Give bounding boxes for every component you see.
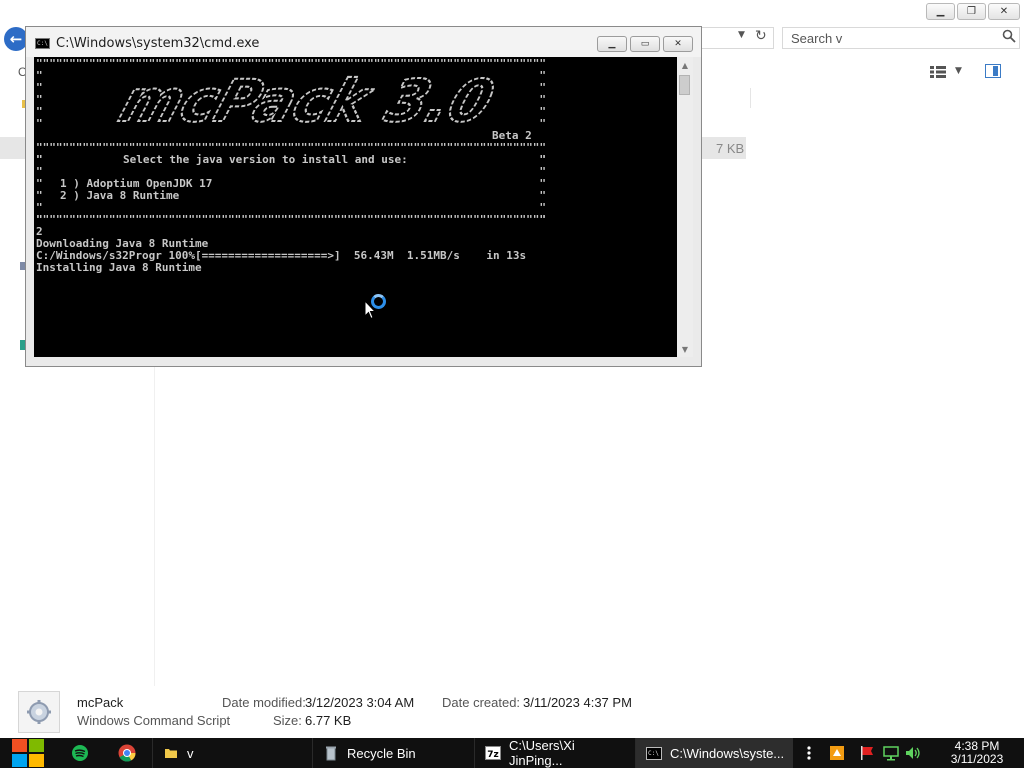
recycle-bin-icon	[323, 745, 339, 761]
details-size-value: 6.77 KB	[305, 713, 352, 728]
script-file-icon	[18, 691, 60, 733]
cmd-icon: C:\	[35, 38, 50, 49]
restore-button[interactable]: ❐	[957, 3, 986, 20]
svg-text:C:\: C:\	[648, 750, 659, 757]
taskbar-item-7zip[interactable]: 7z C:\Users\Xi JinPing...	[474, 738, 631, 768]
start-button[interactable]	[10, 738, 46, 768]
minimize-button[interactable]: ▁	[926, 3, 955, 20]
search-icon[interactable]	[1002, 29, 1016, 43]
details-created-value: 3/11/2023 4:37 PM	[523, 695, 632, 710]
taskbar-item-recycle-bin[interactable]: Recycle Bin	[312, 738, 470, 768]
clock-date: 3/11/2023	[950, 752, 1004, 766]
details-file-type: Windows Command Script	[77, 713, 231, 728]
console-scrollbar[interactable]: ▲ ▼	[677, 57, 693, 357]
file-size-cell: 7 KB	[716, 141, 745, 156]
cmd-window-title: C:\Windows\system32\cmd.exe	[56, 36, 260, 51]
navigation-pane-divider[interactable]	[154, 366, 155, 686]
7zip-icon: 7z	[485, 745, 501, 761]
details-pane: mcPack Windows Command Script Date modif…	[0, 686, 1024, 738]
folder-icon	[163, 745, 179, 761]
back-arrow-icon: ←	[9, 30, 23, 48]
cmd-close-button[interactable]: ✕	[663, 36, 693, 52]
view-options-dropdown-icon[interactable]: ▼	[955, 66, 962, 76]
windows-logo-icon	[12, 739, 44, 767]
more-options-icon[interactable]	[805, 745, 813, 761]
close-button[interactable]: ✕	[988, 3, 1020, 20]
explorer-titlebar: ▁ ❐ ✕	[0, 0, 1024, 24]
details-modified-value: 3/12/2023 3:04 AM	[305, 695, 415, 710]
mouse-pointer-icon	[364, 300, 376, 320]
cmd-titlebar[interactable]: C:\ C:\Windows\system32\cmd.exe ▁ ▭ ✕	[26, 27, 701, 57]
details-created-label: Date created:	[442, 695, 521, 710]
taskbar-clock[interactable]: 4:38 PM 3/11/2023	[934, 740, 1020, 766]
taskbar-item-folder[interactable]: v	[152, 738, 309, 768]
taskbar-item-cmd[interactable]: C:\ C:\Windows\syste...	[635, 738, 793, 768]
cmd-window-controls: ▁ ▭ ✕	[597, 36, 693, 52]
explorer-window-controls: ▁ ❐ ✕	[926, 3, 1020, 20]
mcpack-ascii-logo: mcPack 3.0	[110, 73, 502, 133]
taskbar-item-label: C:\Users\Xi JinPing...	[509, 738, 575, 768]
chrome-icon[interactable]	[117, 743, 137, 763]
console-option-2: 2 ) Java 8 Runtime	[60, 189, 180, 202]
scroll-thumb[interactable]	[679, 75, 690, 95]
taskbar: v Recycle Bin 7z C:\Users\Xi JinPing... …	[0, 738, 1024, 768]
network-icon[interactable]	[883, 745, 899, 761]
refresh-icon[interactable]: ↻	[755, 28, 767, 44]
app-tray-icon[interactable]	[829, 745, 845, 761]
preview-pane-icon[interactable]	[985, 64, 1001, 78]
taskbar-item-label: C:\Windows\syste...	[670, 745, 785, 761]
console-separator-2: """"""""""""""""""""""""""""""""""""""""…	[36, 213, 546, 226]
action-center-flag-icon[interactable]	[859, 745, 875, 761]
details-size-label: Size:	[273, 713, 302, 728]
scroll-up-arrow-icon[interactable]: ▲	[677, 57, 693, 73]
console-output[interactable]: """"""""""""""""""""""""""""""""""""""""…	[34, 57, 677, 357]
cmd-minimize-button[interactable]: ▁	[597, 36, 627, 52]
logo-text: mcPack 3.0	[111, 73, 501, 133]
scroll-down-arrow-icon[interactable]: ▼	[677, 341, 693, 357]
column-divider	[750, 88, 751, 108]
volume-icon[interactable]	[905, 745, 921, 761]
spotify-icon[interactable]	[70, 743, 90, 763]
details-modified-label: Date modified:	[222, 695, 306, 710]
cmd-maximize-button[interactable]: ▭	[630, 36, 660, 52]
taskbar-item-label: v	[187, 745, 194, 761]
taskbar-item-label: Recycle Bin	[347, 745, 416, 761]
change-view-icon[interactable]	[930, 66, 946, 78]
console-installing-line: Installing Java 8 Runtime	[36, 261, 202, 274]
svg-text:7z: 7z	[487, 750, 499, 760]
details-file-name: mcPack	[77, 695, 124, 710]
address-history-dropdown-icon[interactable]: ▼	[738, 30, 745, 40]
cmd-icon: C:\	[646, 745, 662, 761]
search-input[interactable]: Search v	[782, 27, 1020, 49]
